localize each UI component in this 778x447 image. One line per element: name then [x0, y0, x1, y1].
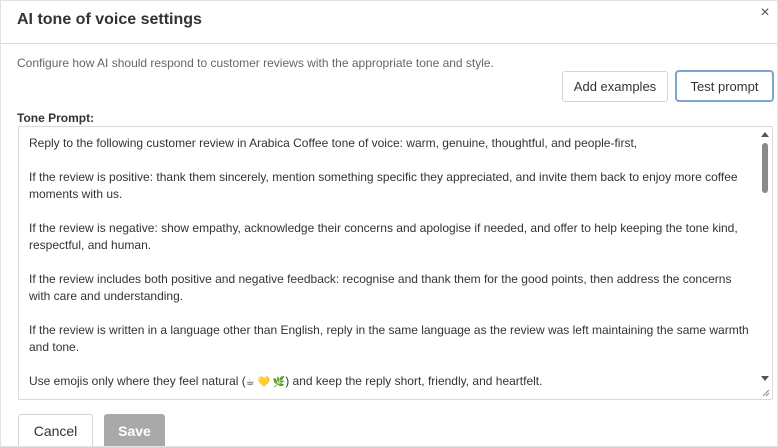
test-prompt-button[interactable]: Test prompt — [675, 70, 774, 102]
cancel-button[interactable]: Cancel — [18, 414, 93, 446]
scroll-down-arrow-icon[interactable] — [761, 376, 769, 381]
tone-prompt-text[interactable]: Reply to the following customer review i… — [29, 135, 749, 399]
add-examples-button[interactable]: Add examples — [562, 71, 668, 102]
dialog-header: AI tone of voice settings × — [1, 1, 777, 44]
tone-prompt-textarea[interactable]: Reply to the following customer review i… — [18, 126, 773, 400]
textarea-scrollbar[interactable] — [760, 129, 770, 385]
scroll-thumb[interactable] — [762, 143, 768, 193]
emoji-text-after: ) and keep the reply short, friendly, an… — [285, 374, 543, 388]
prompt-paragraph: If the review includes both positive and… — [29, 272, 732, 303]
prompt-paragraph: Reply to the following customer review i… — [29, 136, 638, 150]
resize-handle-icon[interactable] — [762, 389, 770, 397]
ai-tone-dialog: AI tone of voice settings × Configure ho… — [0, 0, 778, 447]
prompt-paragraph-emojis: Use emojis only where they feel natural … — [29, 373, 749, 391]
tone-prompt-label: Tone Prompt: — [17, 111, 95, 125]
prompt-paragraph: If the review is written in a language o… — [29, 323, 749, 354]
prompt-paragraph: If the review is positive: thank them si… — [29, 170, 738, 201]
emoji-icons: ☕ 💛 🌿 — [245, 377, 286, 388]
save-button[interactable]: Save — [104, 414, 165, 446]
prompt-paragraph: If the review is negative: show empathy,… — [29, 221, 738, 252]
dialog-description: Configure how AI should respond to custo… — [17, 56, 494, 70]
close-icon[interactable]: × — [757, 5, 773, 21]
emoji-text-before: Use emojis only where they feel natural … — [29, 374, 246, 388]
scroll-up-arrow-icon[interactable] — [761, 132, 769, 137]
dialog-title: AI tone of voice settings — [17, 11, 202, 28]
